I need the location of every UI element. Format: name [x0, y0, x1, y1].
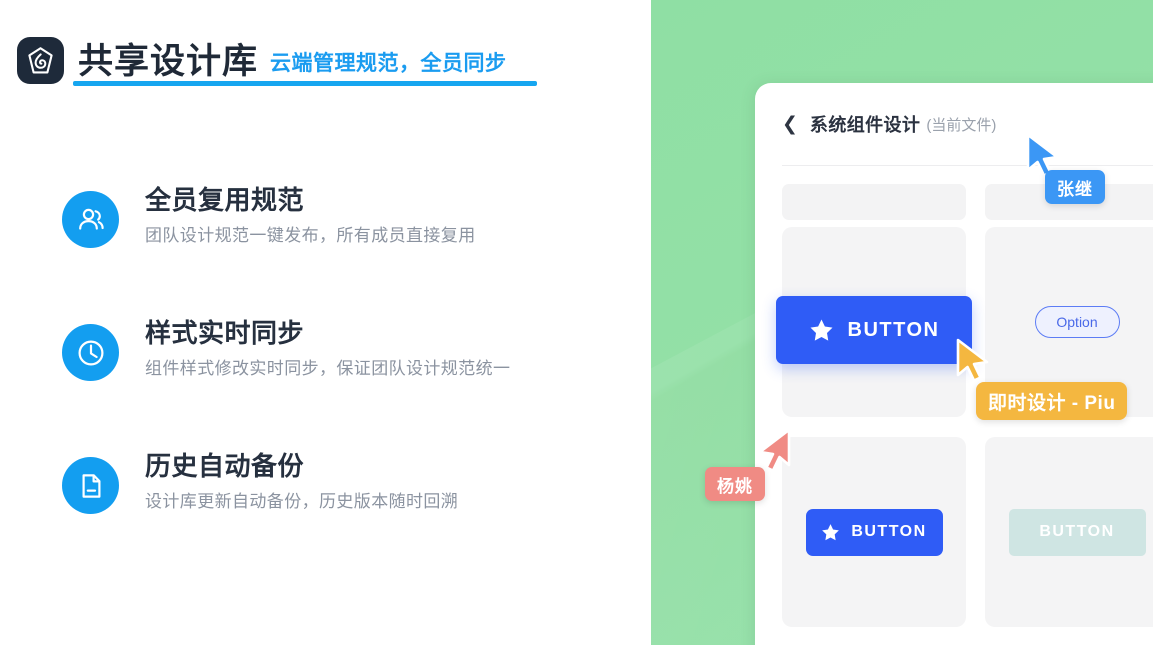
users-icon: [62, 191, 119, 248]
instant-design-flame-logo-icon: [17, 37, 64, 84]
title-underline: [73, 81, 537, 86]
disabled-button: BUTTON: [1008, 508, 1146, 556]
collaborator-name-tag-piu: 即时设计 - Piu: [976, 382, 1128, 420]
feature-title: 样式实时同步: [145, 318, 305, 348]
collaborator-name-tag-yangyao: 杨姚: [705, 467, 765, 501]
feature-item-sync: 样式实时同步 组件样式修改实时同步，保证团队设计规范统一: [62, 316, 622, 392]
feature-title: 全员复用规范: [145, 185, 305, 215]
cursor-arrow-icon-piu: [954, 337, 994, 385]
component-card-button-small[interactable]: BUTTON: [782, 437, 966, 627]
brand-header: 共享设计库 云端管理规范，全员同步: [17, 32, 507, 84]
primary-button-highlighted[interactable]: BUTTON: [776, 296, 972, 364]
feature-description: 组件样式修改实时同步，保证团队设计规范统一: [145, 359, 511, 378]
file-name-label: 系统组件设计: [809, 115, 921, 135]
placeholder-bar[interactable]: [782, 184, 966, 220]
feature-text: 历史自动备份 设计库更新自动备份，历史版本随时回溯: [145, 449, 458, 517]
header-divider: [782, 165, 1153, 166]
star-icon: [821, 523, 840, 542]
option-pill[interactable]: Option: [1034, 306, 1120, 338]
feature-title: 历史自动备份: [145, 451, 305, 481]
component-row: BUTTON BUTTON: [782, 437, 1153, 627]
file-tag-label: (当前文件): [926, 116, 997, 134]
primary-button-label: BUTTON: [847, 318, 940, 341]
clock-icon: [62, 324, 119, 381]
star-icon: [809, 318, 834, 343]
page-title: 共享设计库: [78, 42, 259, 81]
primary-button[interactable]: BUTTON: [805, 508, 943, 556]
feature-description: 团队设计规范一键发布，所有成员直接复用: [145, 226, 476, 245]
chevron-left-icon[interactable]: ❮: [782, 114, 798, 134]
preview-pane: ❮ 系统组件设计 (当前文件) Option BUTTON BUTTON BUT…: [651, 0, 1153, 645]
feature-item-backup: 历史自动备份 设计库更新自动备份，历史版本随时回溯: [62, 449, 622, 525]
feature-list: 全员复用规范 团队设计规范一键发布，所有成员直接复用 样式实时同步 组件样式修改…: [62, 183, 622, 582]
feature-text: 全员复用规范 团队设计规范一键发布，所有成员直接复用: [145, 183, 476, 251]
app-window-header: ❮ 系统组件设计 (当前文件): [755, 83, 1153, 165]
page-subtitle: 云端管理规范，全员同步: [270, 52, 507, 75]
document-icon: [62, 457, 119, 514]
feature-description: 设计库更新自动备份，历史版本随时回溯: [145, 492, 459, 511]
component-card-button-disabled[interactable]: BUTTON: [985, 437, 1153, 627]
feature-item-reuse: 全员复用规范 团队设计规范一键发布，所有成员直接复用: [62, 183, 622, 259]
feature-text: 样式实时同步 组件样式修改实时同步，保证团队设计规范统一: [145, 316, 510, 384]
collaborator-name-tag-zhangji: 张继: [1045, 170, 1105, 204]
primary-button-label: BUTTON: [851, 523, 927, 540]
info-pane: 共享设计库 云端管理规范，全员同步 全员复用规范 团队设计规范一键发布，所有成员…: [0, 0, 651, 645]
page-root: 共享设计库 云端管理规范，全员同步 全员复用规范 团队设计规范一键发布，所有成员…: [0, 0, 1153, 645]
